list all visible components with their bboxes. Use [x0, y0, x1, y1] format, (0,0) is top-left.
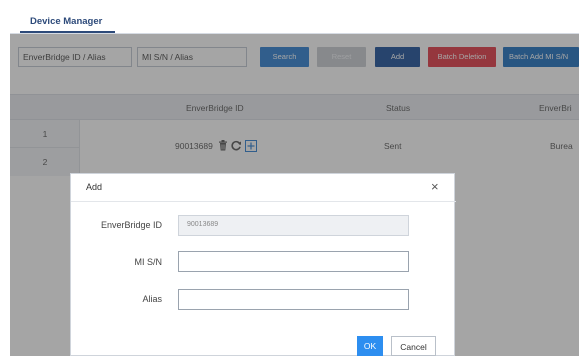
active-tab-indicator	[20, 31, 115, 33]
alias-label: Alias	[142, 294, 162, 304]
dialog-title: Add	[86, 182, 103, 192]
cancel-button[interactable]: Cancel	[391, 336, 436, 356]
tab-device-manager[interactable]: Device Manager	[30, 16, 102, 27]
misn-label: MI S/N	[134, 257, 162, 267]
misn-field[interactable]	[178, 251, 409, 272]
dialog-header: Add ×	[71, 174, 456, 202]
tab-bar: Device Manager	[10, 10, 579, 34]
device-manager-page: Device Manager EnverBridge ID / Alias MI…	[0, 0, 579, 356]
enverbridge-id-label: EnverBridge ID	[100, 220, 162, 230]
ok-button[interactable]: OK	[357, 336, 383, 356]
enverbridge-id-field: 90013689	[178, 215, 409, 236]
add-dialog: Add × EnverBridge ID 90013689 MI S/N Ali…	[70, 173, 456, 356]
alias-field[interactable]	[178, 289, 409, 310]
close-icon[interactable]: ×	[431, 179, 439, 194]
